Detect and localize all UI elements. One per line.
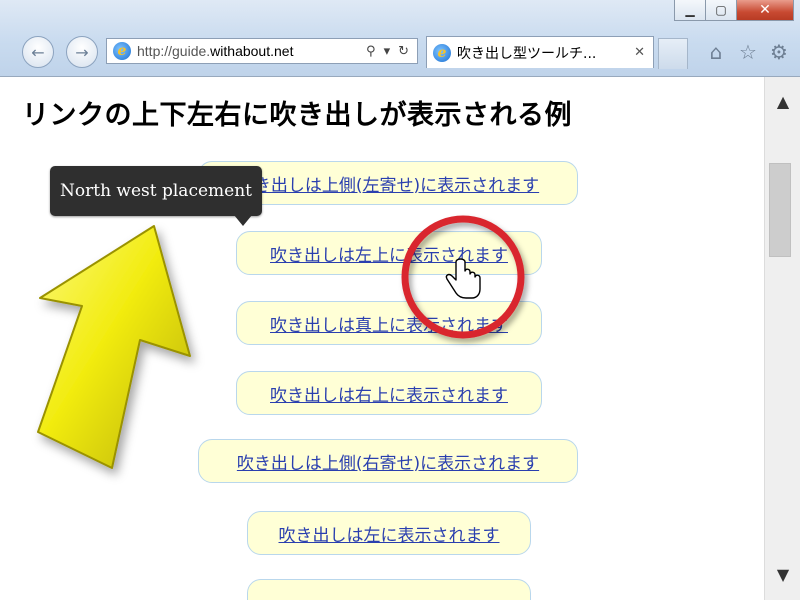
home-icon[interactable]: ⌂ (704, 40, 728, 64)
link-box: 吹き出しは左上に表示されます (236, 231, 542, 275)
link-left[interactable]: 吹き出しは左に表示されます (279, 521, 500, 546)
vertical-scrollbar[interactable]: ▲ ▼ (764, 77, 800, 600)
ie-logo-icon: e (113, 42, 131, 60)
link-box: 吹き出しは上側(右寄せ)に表示されます (198, 439, 578, 483)
link-box-partial (247, 579, 531, 600)
page-title: リンクの上下左右に吹き出しが表示される例 (22, 100, 572, 131)
search-icon[interactable]: ⚲ (366, 44, 376, 59)
window-controls: ▁ ▢ ✕ (674, 0, 794, 22)
browser-chrome: ▁ ▢ ✕ ← → e http://guide.withabout.net ⚲… (0, 0, 800, 77)
address-url[interactable]: http://guide.withabout.net (137, 43, 293, 59)
url-prefix: http://guide. (137, 43, 211, 59)
link-top-center[interactable]: 吹き出しは真上に表示されます (270, 311, 508, 336)
forward-button[interactable]: → (66, 36, 98, 68)
tab-active[interactable]: e 吹き出し型ツールチ... ✕ (426, 36, 654, 68)
link-top-right-aligned[interactable]: 吹き出しは上側(右寄せ)に表示されます (237, 449, 539, 474)
link-top-left[interactable]: 吹き出しは左上に表示されます (270, 241, 508, 266)
maximize-button[interactable]: ▢ (705, 0, 737, 21)
address-bar[interactable]: e http://guide.withabout.net ⚲ ▾ ↻ (106, 38, 418, 64)
link-top-right[interactable]: 吹き出しは右上に表示されます (270, 381, 508, 406)
back-button[interactable]: ← (22, 36, 54, 68)
scroll-down-icon[interactable]: ▼ (765, 556, 800, 592)
scroll-up-icon[interactable]: ▲ (765, 83, 800, 119)
tab-title: 吹き出し型ツールチ... (457, 45, 597, 62)
dropdown-icon[interactable]: ▾ (384, 44, 391, 59)
scrollbar-thumb[interactable] (769, 163, 791, 257)
browser-window: ▁ ▢ ✕ ← → e http://guide.withabout.net ⚲… (0, 0, 800, 600)
address-bar-actions: ⚲ ▾ ↻ (366, 44, 417, 59)
link-box: 吹き出しは真上に表示されます (236, 301, 542, 345)
tooltip-north-west: North west placement (50, 166, 262, 216)
forward-arrow-icon: → (75, 42, 89, 62)
minimize-button[interactable]: ▁ (674, 0, 706, 21)
link-top-left-aligned[interactable]: 吹き出しは上側(左寄せ)に表示されます (237, 171, 539, 196)
tab-favicon-icon: e (433, 43, 451, 62)
favorites-icon[interactable]: ☆ (736, 40, 760, 64)
url-domain: withabout.net (210, 43, 294, 59)
tab-close-icon[interactable]: ✕ (634, 45, 645, 60)
back-arrow-icon: ← (31, 42, 45, 62)
tooltip-tail (234, 215, 252, 226)
close-button[interactable]: ✕ (736, 0, 794, 21)
settings-gear-icon[interactable]: ⚙ (767, 40, 791, 64)
refresh-icon[interactable]: ↻ (398, 44, 409, 59)
new-tab-button[interactable] (658, 38, 688, 69)
link-box: 吹き出しは右上に表示されます (236, 371, 542, 415)
link-box: 吹き出しは左に表示されます (247, 511, 531, 555)
page-content: リンクの上下左右に吹き出しが表示される例 吹き出しは上側(左寄せ)に表示されます… (0, 77, 764, 600)
